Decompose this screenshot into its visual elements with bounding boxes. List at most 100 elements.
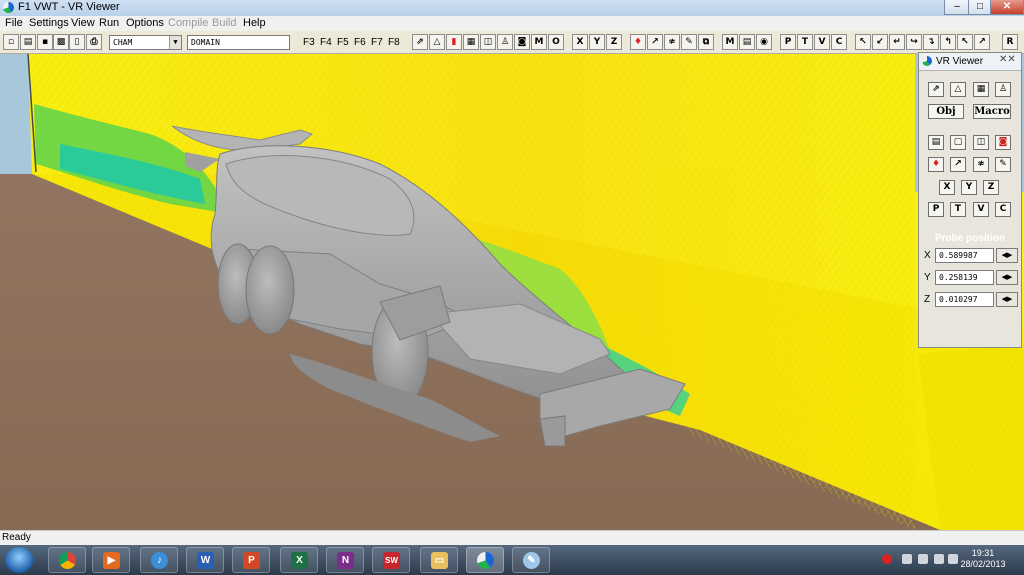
open-folder-icon[interactable]: ▤ [20, 34, 36, 50]
y-axis-button[interactable]: Y [589, 34, 605, 50]
iso-surface-icon[interactable]: ◫ [480, 34, 496, 50]
f4-button[interactable]: F4 [320, 35, 332, 50]
vr-c-button[interactable]: C [995, 202, 1011, 217]
menu-file[interactable]: File [5, 17, 23, 29]
color-palette-icon[interactable]: ▩ [53, 34, 69, 50]
3d-viewport[interactable] [0, 54, 1024, 530]
phoenics-icon[interactable] [466, 547, 504, 573]
signal-tray-icon[interactable] [934, 554, 944, 564]
vr-t-button[interactable]: T [950, 202, 966, 217]
vr-panel-close-icon[interactable]: ✕✕ [999, 54, 1016, 65]
clock[interactable]: 19:31 28/02/2013 [958, 548, 1008, 570]
arrow-up-left-icon[interactable]: ↖ [855, 34, 871, 50]
object-combo[interactable]: CHAM ▼ [109, 35, 182, 50]
chevron-down-icon[interactable]: ▼ [169, 36, 181, 49]
rotate-left-icon[interactable]: ↵ [889, 34, 905, 50]
print-icon[interactable]: ⎙ [86, 34, 102, 50]
contour-icon[interactable]: △ [429, 34, 445, 50]
probe-x-field[interactable]: 0.589987 [935, 248, 994, 263]
itunes-icon[interactable]: ♪ [140, 547, 178, 573]
close-button[interactable]: ✕ [990, 0, 1024, 15]
document-icon[interactable]: ▯ [69, 34, 85, 50]
vr-obj-button[interactable]: Obj [928, 104, 964, 119]
antivirus-tray-icon[interactable] [882, 554, 892, 564]
vr-square-icon[interactable]: ▢ [950, 135, 966, 150]
streamline-icon[interactable]: ≉ [664, 34, 680, 50]
camera-icon[interactable]: ◉ [756, 34, 772, 50]
vectors-icon[interactable]: ⇗ [412, 34, 428, 50]
vr-contour-plot-icon[interactable]: ♦ [928, 157, 944, 172]
v-button[interactable]: V [814, 34, 830, 50]
f5-button[interactable]: F5 [337, 35, 349, 50]
red-marker-icon[interactable]: ▮ [446, 34, 462, 50]
arrow-icon[interactable]: ↗ [647, 34, 663, 50]
domain-field[interactable]: DOMAIN [187, 35, 290, 50]
probe-z-spinner[interactable]: ◀▶ [996, 292, 1018, 307]
start-button[interactable] [5, 547, 33, 573]
vr-film-icon[interactable]: ▤ [928, 135, 944, 150]
turn-down-icon[interactable]: ↴ [923, 34, 939, 50]
powerpoint-icon[interactable]: P [232, 547, 270, 573]
vr-probe-icon[interactable]: ♙ [995, 82, 1011, 97]
vr-contour-icon[interactable]: △ [950, 82, 966, 97]
media-player-icon[interactable]: ▶ [92, 547, 130, 573]
probe-icon[interactable]: ♙ [497, 34, 513, 50]
display-tray-icon[interactable] [918, 554, 928, 564]
volume-tray-icon[interactable] [948, 554, 958, 564]
vr-macro-button[interactable]: Macro [973, 104, 1011, 119]
vr-arrow-icon[interactable]: ↗ [950, 157, 966, 172]
box-icon[interactable]: ⧉ [698, 34, 714, 50]
network-tray-icon[interactable] [902, 554, 912, 564]
o-button[interactable]: O [548, 34, 564, 50]
vr-block-icon[interactable]: ◫ [973, 135, 989, 150]
new-file-icon[interactable]: ▫ [3, 34, 19, 50]
p-button[interactable]: P [780, 34, 796, 50]
film-icon[interactable]: ▤ [739, 34, 755, 50]
f3-button[interactable]: F3 [303, 35, 315, 50]
f7-button[interactable]: F7 [371, 35, 383, 50]
diagonal-right-icon[interactable]: ↗ [974, 34, 990, 50]
mesh-grid-icon[interactable]: ▦ [463, 34, 479, 50]
f8-button[interactable]: F8 [388, 35, 400, 50]
paint-icon[interactable]: ✎ [512, 547, 550, 573]
vr-pencil-icon[interactable]: ✎ [995, 157, 1011, 172]
z-axis-button[interactable]: Z [606, 34, 622, 50]
turn-up-icon[interactable]: ↰ [940, 34, 956, 50]
save-icon[interactable]: ▪ [37, 34, 53, 50]
contour-plot-icon[interactable]: ♦ [630, 34, 646, 50]
menu-settings[interactable]: Settings [29, 17, 69, 29]
word-icon[interactable]: W [186, 547, 224, 573]
menu-options[interactable]: Options [126, 17, 164, 29]
vr-z-button[interactable]: Z [983, 180, 999, 195]
vr-grid-icon[interactable]: ▦ [973, 82, 989, 97]
probe-x-spinner[interactable]: ◀▶ [996, 248, 1018, 263]
t-button[interactable]: T [797, 34, 813, 50]
vr-v-button[interactable]: V [973, 202, 989, 217]
vr-vectors-icon[interactable]: ⇗ [928, 82, 944, 97]
onenote-icon[interactable]: N [326, 547, 364, 573]
pencil-icon[interactable]: ✎ [681, 34, 697, 50]
vr-object-icon[interactable]: ◙ [995, 135, 1011, 150]
vr-panel-header[interactable]: VR Viewer ✕✕ [919, 53, 1021, 71]
vr-streamline-icon[interactable]: ≉ [973, 157, 989, 172]
excel-icon[interactable]: X [280, 547, 318, 573]
diagonal-left-icon[interactable]: ↖ [957, 34, 973, 50]
probe-z-field[interactable]: 0.010297 [935, 292, 994, 307]
minimize-button[interactable]: – [944, 0, 970, 15]
r-button[interactable]: R [1002, 34, 1018, 50]
x-axis-button[interactable]: X [572, 34, 588, 50]
vr-x-button[interactable]: X [939, 180, 955, 195]
vr-p-button[interactable]: P [928, 202, 944, 217]
macro-m-button[interactable]: M [722, 34, 738, 50]
menu-help[interactable]: Help [243, 17, 266, 29]
maximize-button[interactable]: □ [968, 0, 992, 15]
arrow-down-left-icon[interactable]: ↙ [872, 34, 888, 50]
probe-y-field[interactable]: 0.258139 [935, 270, 994, 285]
menu-run[interactable]: Run [99, 17, 119, 29]
rotate-right-icon[interactable]: ↪ [906, 34, 922, 50]
probe-y-spinner[interactable]: ◀▶ [996, 270, 1018, 285]
m-button[interactable]: M [531, 34, 547, 50]
f6-button[interactable]: F6 [354, 35, 366, 50]
menu-compile[interactable]: Compile [168, 17, 208, 29]
vr-y-button[interactable]: Y [961, 180, 977, 195]
